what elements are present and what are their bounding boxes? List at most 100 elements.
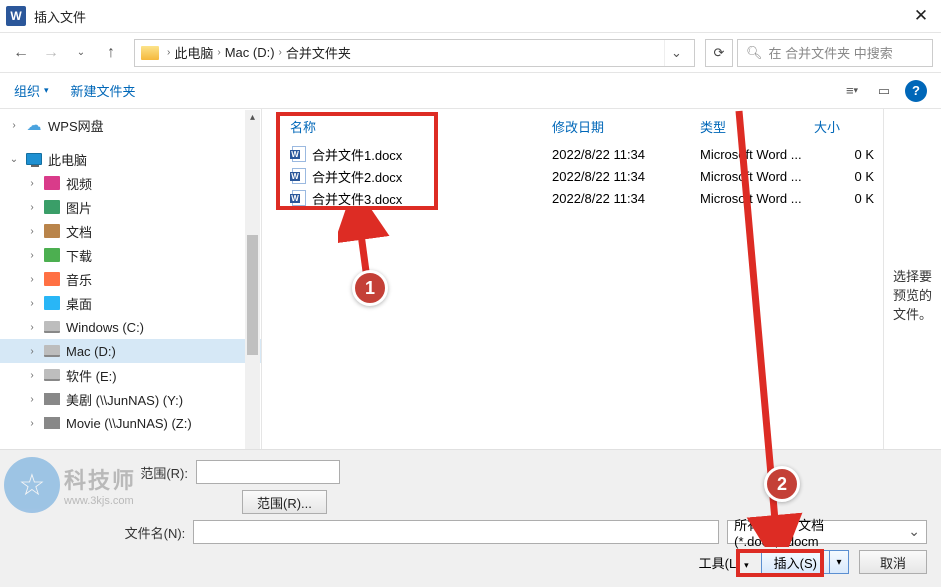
tree-item[interactable]: › 桌面 [0, 291, 261, 315]
tools-label[interactable]: 工具(L) ▾ [699, 553, 749, 572]
column-header-date[interactable]: 修改日期 [552, 117, 700, 136]
disclosure-icon[interactable]: › [26, 322, 38, 333]
tree-item[interactable]: › 下载 [0, 243, 261, 267]
organize-menu[interactable]: 组织▾ [14, 81, 49, 100]
disclosure-icon[interactable]: › [26, 346, 38, 357]
toolbar: 组织▾ 新建文件夹 ≡ ▾ ▭ ? [0, 73, 941, 109]
column-header-size[interactable]: 大小 [814, 117, 874, 136]
help-button[interactable]: ? [905, 80, 927, 102]
scroll-up-arrow[interactable]: ▴ [245, 110, 260, 125]
view-list-icon[interactable]: ≡ ▾ [841, 80, 863, 102]
nav-back-button[interactable]: ← [8, 40, 34, 66]
breadcrumb-segment[interactable]: 此电脑 [174, 43, 213, 62]
filename-label: 文件名(N): [14, 523, 193, 542]
file-size: 0 K [814, 147, 874, 162]
tree-item-label: 桌面 [66, 294, 92, 313]
file-date: 2022/8/22 11:34 [552, 191, 700, 206]
disclosure-icon[interactable]: › [26, 226, 38, 237]
disclosure-icon[interactable]: › [26, 250, 38, 261]
insert-dropdown[interactable]: ▾ [830, 557, 848, 568]
disclosure-icon[interactable]: › [26, 274, 38, 285]
tree-item[interactable]: ›图片 [0, 195, 261, 219]
file-row[interactable]: 合并文件2.docx2022/8/22 11:34Microsoft Word … [262, 165, 883, 187]
down-icon [42, 246, 62, 264]
search-placeholder: 在 合并文件夹 中搜索 [769, 43, 893, 62]
disclosure-icon[interactable]: › [26, 298, 38, 309]
tree-item[interactable]: › 软件 (E:) [0, 363, 261, 387]
music-icon [42, 270, 62, 288]
desk-icon [42, 294, 62, 312]
file-type: Microsoft Word ... [700, 191, 814, 206]
filter-label: 所有 Word 文档(*.docx;*.docm [734, 515, 906, 549]
tree-item[interactable]: ›美剧 (\\JunNAS) (Y:) [0, 387, 261, 411]
organize-label: 组织 [14, 81, 40, 100]
cancel-button[interactable]: 取消 [859, 550, 927, 574]
title-bar: W 插入文件 ✕ [0, 0, 941, 33]
tree-item[interactable]: › 视频 [0, 171, 261, 195]
insert-button[interactable]: 插入(S) ▾ [761, 550, 849, 574]
tree-item-label: 下载 [66, 246, 92, 265]
disclosure-icon[interactable]: ⌄ [8, 154, 20, 165]
preview-pane-icon[interactable]: ▭ [873, 80, 895, 102]
insert-button-label: 插入(S) [762, 551, 830, 573]
disclosure-icon[interactable]: › [26, 178, 38, 189]
disclosure-icon[interactable]: › [26, 202, 38, 213]
disclosure-icon[interactable]: › [26, 370, 38, 381]
new-folder-button[interactable]: 新建文件夹 [71, 81, 136, 100]
pict-icon [42, 198, 62, 216]
watermark-badge-icon: ☆ [4, 457, 60, 513]
dialog-bottom: 范围(R): 范围(R)... 文件名(N): 所有 Word 文档(*.doc… [0, 449, 941, 587]
breadcrumb-dropdown[interactable]: ⌄ [664, 40, 688, 66]
range-button[interactable]: 范围(R)... [242, 490, 327, 514]
filetype-filter[interactable]: 所有 Word 文档(*.docx;*.docm [727, 520, 927, 544]
net-icon [42, 390, 62, 408]
disclosure-icon[interactable]: › [26, 418, 38, 429]
tree-item-label: Windows (C:) [66, 320, 144, 335]
scrollbar-thumb[interactable] [247, 235, 258, 355]
range-input[interactable] [196, 460, 340, 484]
tree-item-label: 软件 (E:) [66, 366, 117, 385]
refresh-button[interactable]: ⟳ [705, 39, 733, 67]
tree-item[interactable]: ⌄ 此电脑 [0, 147, 261, 171]
file-list: 名称 修改日期 类型 大小 合并文件1.docx2022/8/22 11:34M… [262, 109, 883, 479]
breadcrumb-segment[interactable]: Mac (D:) [225, 45, 275, 60]
tree-item[interactable]: › Windows (C:) [0, 315, 261, 339]
disclosure-icon[interactable]: › [26, 394, 38, 405]
column-header-type[interactable]: 类型 [700, 117, 814, 136]
tree-scrollbar[interactable]: ▴▾ [245, 110, 260, 478]
tree-item-label: Movie (\\JunNAS) (Z:) [66, 416, 192, 431]
disclosure-icon[interactable]: › [8, 120, 20, 131]
drive-icon [42, 366, 62, 384]
watermark-url: www.3kjs.com [64, 495, 136, 507]
tree-item-label: 此电脑 [48, 150, 87, 169]
file-row[interactable]: 合并文件1.docx2022/8/22 11:34Microsoft Word … [262, 143, 883, 165]
cloud-icon: ☁ [24, 116, 44, 134]
word-file-icon [290, 167, 308, 185]
tree-item[interactable]: ›☁WPS网盘 [0, 113, 261, 137]
breadcrumb[interactable]: › 此电脑 › Mac (D:) › 合并文件夹 ⌄ [134, 39, 695, 67]
tree-item[interactable]: ›音乐 [0, 267, 261, 291]
column-header-name[interactable]: 名称 [290, 117, 552, 136]
file-row[interactable]: 合并文件3.docx2022/8/22 11:34Microsoft Word … [262, 187, 883, 209]
main-pane: 名称 修改日期 类型 大小 合并文件1.docx2022/8/22 11:34M… [262, 109, 941, 479]
nav-up-button[interactable]: ↑ [98, 40, 124, 66]
search-input[interactable]: 🔍︎ 在 合并文件夹 中搜索 [737, 39, 933, 67]
close-button[interactable]: ✕ [907, 2, 935, 30]
word-file-icon [290, 189, 308, 207]
tree-item[interactable]: ›文档 [0, 219, 261, 243]
net-icon [42, 414, 62, 432]
file-name: 合并文件1.docx [312, 145, 552, 164]
watermark-title: 科技师 [64, 463, 136, 495]
nav-history-dropdown[interactable]: ⌄ [68, 40, 94, 66]
file-type: Microsoft Word ... [700, 147, 814, 162]
window-title: 插入文件 [34, 7, 907, 26]
file-name: 合并文件2.docx [312, 167, 552, 186]
tree-item[interactable]: ›Mac (D:) [0, 339, 261, 363]
filename-input[interactable] [193, 520, 719, 544]
breadcrumb-segment[interactable]: 合并文件夹 [286, 43, 351, 62]
monitor-icon [24, 150, 44, 168]
nav-forward-button[interactable]: → [38, 40, 64, 66]
video-icon [42, 174, 62, 192]
tree-item-label: 视频 [66, 174, 92, 193]
tree-item[interactable]: › Movie (\\JunNAS) (Z:) [0, 411, 261, 435]
